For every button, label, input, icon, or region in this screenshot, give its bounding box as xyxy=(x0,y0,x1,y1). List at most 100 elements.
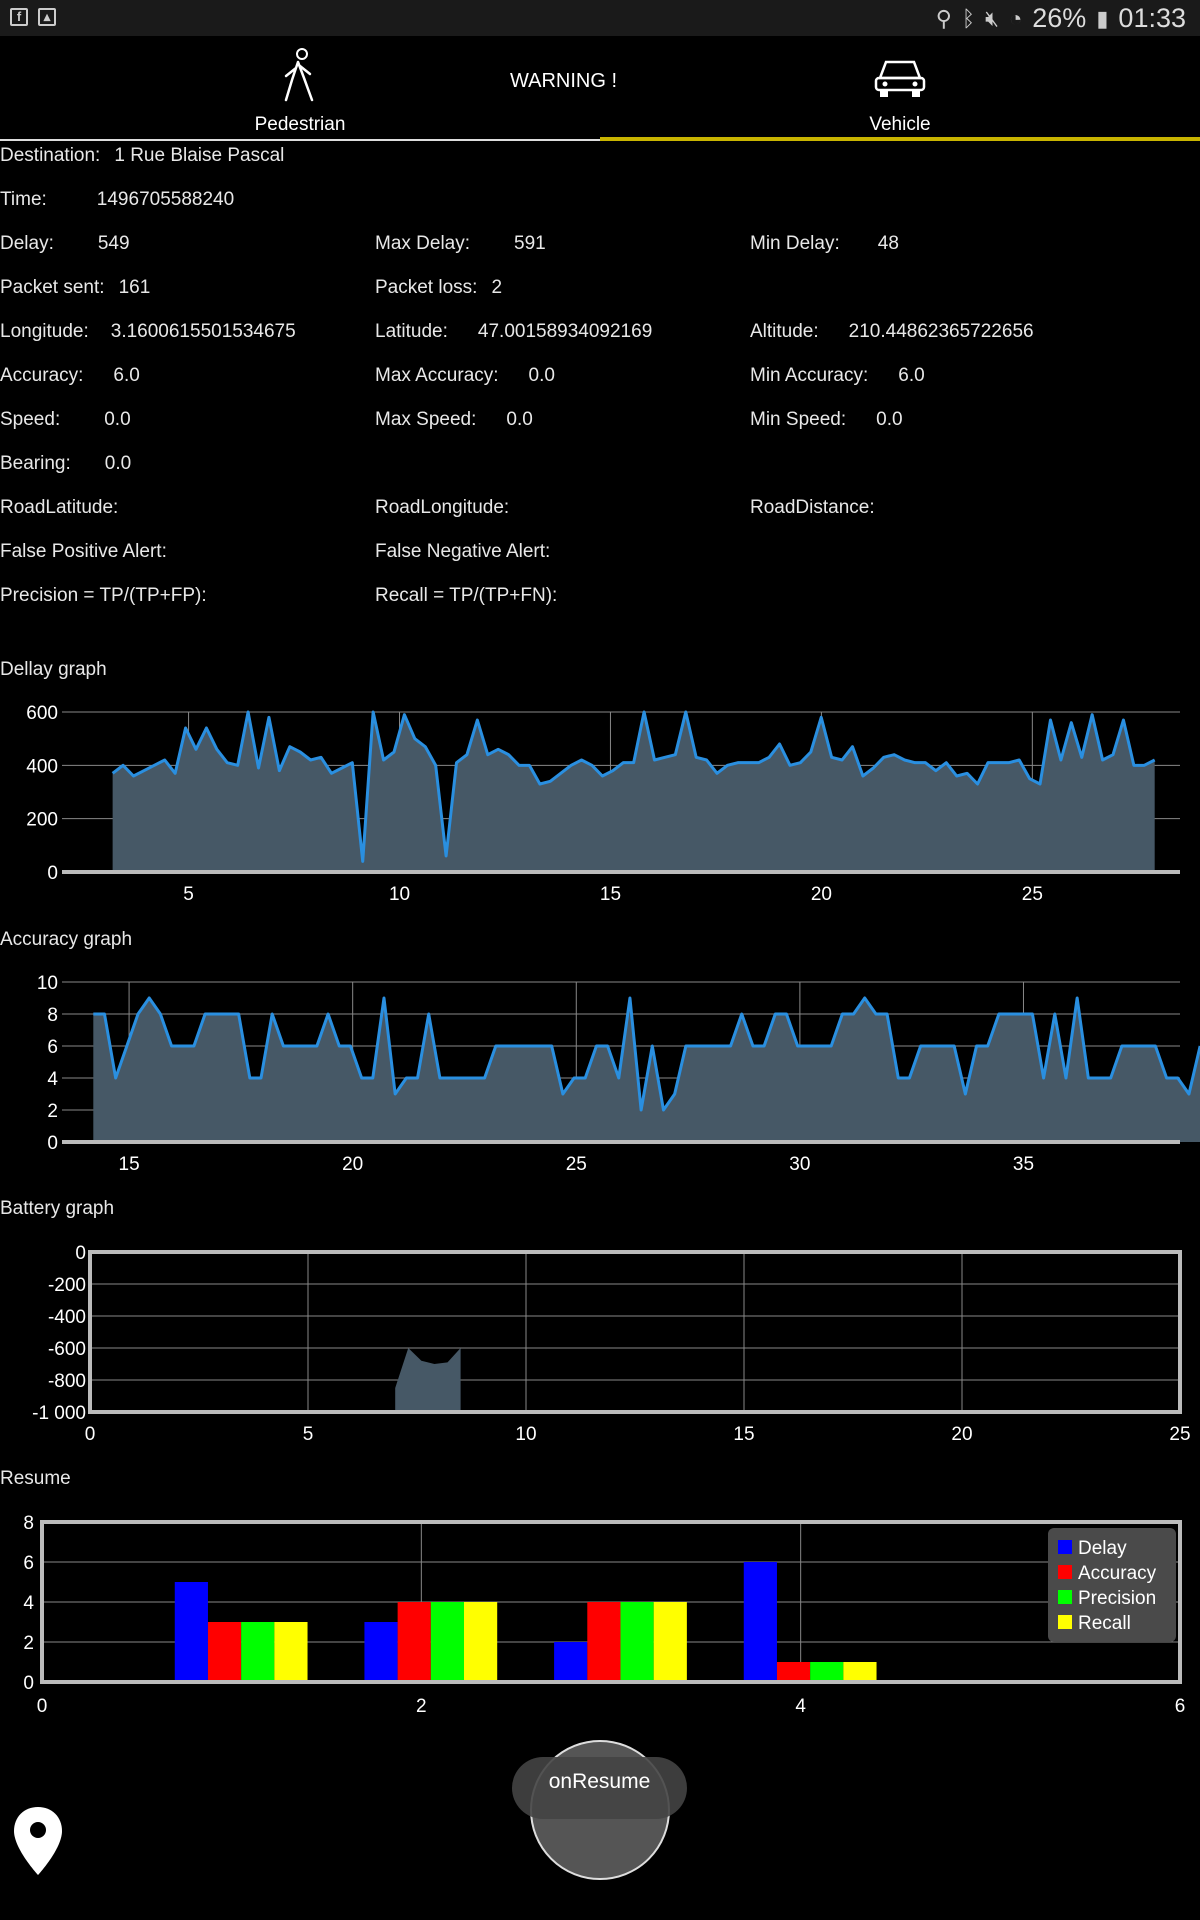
delay-graph-title: Dellay graph xyxy=(0,659,107,680)
area-fill xyxy=(112,712,1155,872)
resume-button[interactable]: onResume xyxy=(512,1770,687,1794)
min-delay-label: Min Delay: xyxy=(750,233,840,254)
y-tick-label: -200 xyxy=(48,1275,86,1296)
x-tick-label: 2 xyxy=(416,1696,427,1717)
y-tick-label: 2 xyxy=(47,1101,58,1122)
y-tick-label: 8 xyxy=(47,1005,58,1026)
latitude-label: Latitude: xyxy=(375,321,448,342)
y-tick-label: 200 xyxy=(26,810,58,831)
legend-label: Accuracy xyxy=(1078,1563,1157,1584)
x-tick-label: 10 xyxy=(389,884,410,905)
bar-recall xyxy=(843,1662,877,1682)
x-tick-label: 15 xyxy=(600,884,621,905)
resume-graph: 0 2 4 6 8 0 2 4 6 Delay Accuracy Precision Recall xyxy=(23,1513,1186,1717)
info-row-delay: Delay: 549 Max Delay: 591 Min Delay: 48 xyxy=(0,233,1200,277)
y-tick-label: -400 xyxy=(48,1307,86,1328)
y-tick-label: 0 xyxy=(75,1243,86,1264)
max-accuracy-label: Max Accuracy: xyxy=(375,365,499,386)
min-speed-label: Min Speed: xyxy=(750,409,847,430)
delay-label: Delay: xyxy=(0,233,54,254)
info-row-bearing: Bearing: 0.0 xyxy=(0,453,1200,497)
x-tick-label: 20 xyxy=(342,1154,363,1175)
bar-precision xyxy=(810,1662,844,1682)
x-tick-label: 30 xyxy=(789,1154,810,1175)
bar-accuracy xyxy=(397,1602,431,1682)
min-accuracy-value: 6.0 xyxy=(898,365,925,386)
legend-swatch xyxy=(1058,1590,1072,1604)
max-speed-label: Max Speed: xyxy=(375,409,477,430)
info-row-packets: Packet sent: 161 Packet loss: 2 xyxy=(0,277,1200,321)
battery-level: 26% xyxy=(1032,3,1087,33)
y-tick-label: 400 xyxy=(26,756,58,777)
time-value: 1496705588240 xyxy=(96,189,235,210)
resume-graph-title: Resume xyxy=(0,1468,71,1489)
y-tick-label: 4 xyxy=(23,1593,34,1614)
precision-label: Precision = TP/(TP+FP): xyxy=(0,585,207,606)
legend-swatch xyxy=(1058,1540,1072,1554)
road-distance-label: RoadDistance: xyxy=(750,497,875,518)
packet-sent-value: 161 xyxy=(118,277,151,298)
x-tick-label: 20 xyxy=(811,884,832,905)
area-fill xyxy=(395,1348,461,1412)
info-row-alerts: False Positive Alert: False Negative Ale… xyxy=(0,541,1200,585)
location-pin-icon[interactable] xyxy=(12,1805,64,1877)
mute-icon: 🔇︎ xyxy=(985,5,999,31)
tab-vehicle[interactable]: Vehicle xyxy=(600,36,1200,141)
bearing-value: 0.0 xyxy=(104,453,132,474)
legend-label: Delay xyxy=(1078,1538,1127,1559)
x-tick-label: 5 xyxy=(183,884,194,905)
delay-value: 549 xyxy=(97,233,130,254)
bar-delay xyxy=(174,1582,208,1682)
bar-delay xyxy=(554,1642,588,1682)
x-tick-label: 25 xyxy=(566,1154,587,1175)
battery-icon: ▮ xyxy=(1096,5,1109,31)
bar-accuracy xyxy=(587,1602,621,1682)
y-tick-label: -1 000 xyxy=(32,1403,86,1424)
altitude-label: Altitude: xyxy=(750,321,819,342)
accuracy-graph-title: Accuracy graph xyxy=(0,929,133,950)
clock: 01:33 xyxy=(1118,3,1186,33)
pedestrian-icon xyxy=(284,48,314,102)
longitude-label: Longitude: xyxy=(0,321,89,342)
status-bar: f ▴ ⚲ ᛒ 🔇︎ ◔ 26% ▮ 01:33 xyxy=(0,0,1200,36)
x-tick-label: 0 xyxy=(37,1696,48,1717)
accuracy-graph: 0 2 4 6 8 10 15 20 25 30 35 xyxy=(37,973,1200,1175)
min-speed-value: 0.0 xyxy=(876,409,903,430)
max-speed-value: 0.0 xyxy=(506,409,533,430)
delay-graph: 0 200 400 600 5 10 15 20 25 xyxy=(26,703,1180,905)
x-tick-label: 5 xyxy=(303,1424,314,1445)
y-tick-label: 0 xyxy=(23,1673,34,1694)
bar-accuracy xyxy=(776,1662,811,1682)
warning-text: WARNING ! xyxy=(510,70,618,92)
info-row-time: Time: 1496705588240 xyxy=(0,189,1200,233)
y-tick-label: 8 xyxy=(23,1513,34,1534)
bar-precision xyxy=(620,1602,654,1682)
x-tick-label: 15 xyxy=(733,1424,754,1445)
speed-label: Speed: xyxy=(0,409,61,430)
x-tick-label: 25 xyxy=(1022,884,1043,905)
x-tick-label: 6 xyxy=(1175,1696,1186,1717)
legend-label: Recall xyxy=(1078,1613,1131,1634)
bar-recall xyxy=(464,1602,498,1682)
y-tick-label: 0 xyxy=(47,1133,58,1154)
speed-value: 0.0 xyxy=(104,409,131,430)
x-tick-label: 25 xyxy=(1169,1424,1190,1445)
x-tick-label: 15 xyxy=(119,1154,140,1175)
accuracy-label: Accuracy: xyxy=(0,365,84,386)
y-tick-label: 6 xyxy=(47,1037,58,1058)
latitude-value: 47.00158934092169 xyxy=(477,321,653,342)
info-row-accuracy: Accuracy: 6.0 Max Accuracy: 0.0 Min Accura… xyxy=(0,365,1200,409)
legend-swatch xyxy=(1058,1615,1072,1629)
y-tick-label: 6 xyxy=(23,1553,34,1574)
max-delay-label: Max Delay: xyxy=(375,233,471,254)
destination-value: 1 Rue Blaise Pascal xyxy=(114,145,285,166)
y-tick-label: 4 xyxy=(47,1069,58,1090)
bearing-label: Bearing: xyxy=(0,453,71,474)
destination-label: Destination: xyxy=(0,145,101,166)
false-negative-label: False Negative Alert: xyxy=(375,541,551,562)
y-tick-label: 600 xyxy=(26,703,58,724)
x-tick-label: 10 xyxy=(515,1424,536,1445)
min-accuracy-label: Min Accuracy: xyxy=(750,365,869,386)
x-tick-label: 4 xyxy=(795,1696,806,1717)
wifi-icon: ◔ xyxy=(1008,5,1023,31)
